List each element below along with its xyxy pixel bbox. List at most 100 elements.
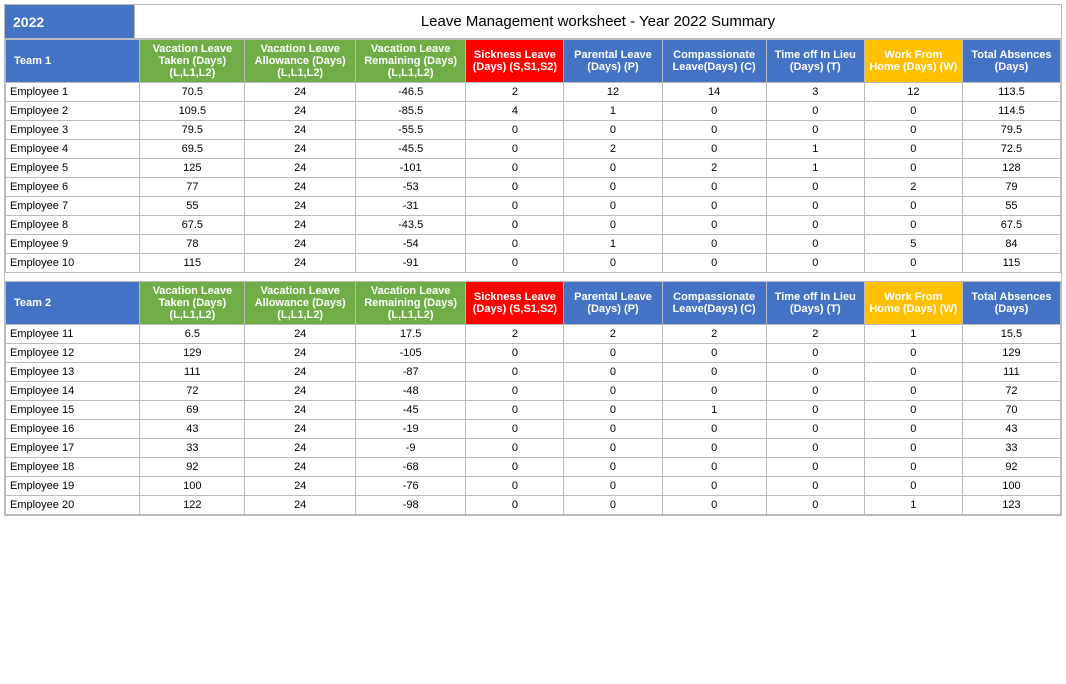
team1-header: Team 1 [6,40,140,83]
cell-vlr: -91 [355,254,465,273]
cell-vla: 24 [245,178,355,197]
table-row: Employee 1910024-7600000100 [6,477,1061,496]
cell-wfh: 0 [864,159,962,178]
cell-wfh: 5 [864,235,962,254]
table-row: Employee 469.524-45.50201072.5 [6,140,1061,159]
cell-wfh: 0 [864,216,962,235]
cell-ta: 100 [962,477,1060,496]
cell-vlr: -45 [355,401,465,420]
table-row: Employee 2109.524-85.541000114.5 [6,102,1061,121]
cell-vla: 24 [245,439,355,458]
cell-pl: 0 [564,216,662,235]
cell-pl: 0 [564,458,662,477]
cell-sl: 0 [466,216,564,235]
cell-name: Employee 8 [6,216,140,235]
col-header-sl: Sickness Leave (Days) (S,S1,S2) [466,40,564,83]
cell-sl: 0 [466,458,564,477]
cell-name: Employee 20 [6,496,140,515]
cell-name: Employee 5 [6,159,140,178]
cell-vlt: 72 [140,382,245,401]
cell-til: 0 [766,458,864,477]
cell-pl: 1 [564,235,662,254]
cell-ta: 111 [962,363,1060,382]
cell-pl: 0 [564,197,662,216]
table-row: Employee 379.524-55.50000079.5 [6,121,1061,140]
cell-vlr: -68 [355,458,465,477]
cell-pl: 2 [564,325,662,344]
cell-vlt: 109.5 [140,102,245,121]
cell-vlr: -85.5 [355,102,465,121]
cell-vla: 24 [245,235,355,254]
cell-vlt: 78 [140,235,245,254]
cell-name: Employee 15 [6,401,140,420]
cell-vlt: 79.5 [140,121,245,140]
cell-pl: 0 [564,254,662,273]
col2-header-vlt: Vacation Leave Taken (Days) (L,L1,L2) [140,282,245,325]
cell-vlr: -9 [355,439,465,458]
col2-header-cl: Compassionate Leave(Days) (C) [662,282,766,325]
cell-cl: 0 [662,496,766,515]
cell-name: Employee 13 [6,363,140,382]
cell-vla: 24 [245,254,355,273]
table-row: Employee 116.52417.52222115.5 [6,325,1061,344]
cell-wfh: 0 [864,458,962,477]
cell-cl: 2 [662,325,766,344]
cell-vlt: 77 [140,178,245,197]
cell-sl: 0 [466,121,564,140]
col2-header-wfh: Work From Home (Days) (W) [864,282,962,325]
col-header-cl: Compassionate Leave(Days) (C) [662,40,766,83]
cell-vla: 24 [245,458,355,477]
col2-header-pl: Parental Leave (Days) (P) [564,282,662,325]
cell-vla: 24 [245,344,355,363]
cell-cl: 14 [662,83,766,102]
cell-til: 0 [766,477,864,496]
cell-name: Employee 11 [6,325,140,344]
col-header-vla: Vacation Leave Allowance (Days) (L,L1,L2… [245,40,355,83]
cell-vlt: 67.5 [140,216,245,235]
cell-vla: 24 [245,197,355,216]
cell-cl: 0 [662,344,766,363]
table-row: Employee 1011524-9100000115 [6,254,1061,273]
cell-name: Employee 17 [6,439,140,458]
cell-ta: 115 [962,254,1060,273]
cell-sl: 0 [466,159,564,178]
cell-name: Employee 1 [6,83,140,102]
cell-vlr: -53 [355,178,465,197]
cell-vlt: 122 [140,496,245,515]
cell-name: Employee 7 [6,197,140,216]
cell-ta: 84 [962,235,1060,254]
cell-cl: 0 [662,477,766,496]
col-header-wfh: Work From Home (Days) (W) [864,40,962,83]
cell-pl: 0 [564,477,662,496]
cell-ta: 33 [962,439,1060,458]
cell-vlt: 115 [140,254,245,273]
cell-til: 0 [766,382,864,401]
cell-vlt: 70.5 [140,83,245,102]
cell-til: 0 [766,439,864,458]
cell-name: Employee 19 [6,477,140,496]
cell-vlr: -43.5 [355,216,465,235]
cell-vlt: 33 [140,439,245,458]
table-row: Employee 1311124-8700000111 [6,363,1061,382]
cell-pl: 0 [564,382,662,401]
cell-til: 2 [766,325,864,344]
table-row: Employee 97824-540100584 [6,235,1061,254]
cell-sl: 0 [466,197,564,216]
cell-name: Employee 12 [6,344,140,363]
cell-sl: 0 [466,140,564,159]
cell-vlt: 69 [140,401,245,420]
cell-vlr: -55.5 [355,121,465,140]
year-label: 2022 [5,5,135,38]
table-row: Employee 189224-680000092 [6,458,1061,477]
cell-wfh: 2 [864,178,962,197]
cell-sl: 0 [466,344,564,363]
table-row: Employee 164324-190000043 [6,420,1061,439]
cell-wfh: 0 [864,439,962,458]
cell-til: 1 [766,140,864,159]
cell-pl: 0 [564,344,662,363]
table-row: Employee 867.524-43.50000067.5 [6,216,1061,235]
cell-ta: 43 [962,420,1060,439]
cell-ta: 113.5 [962,83,1060,102]
cell-vla: 24 [245,496,355,515]
cell-pl: 0 [564,420,662,439]
